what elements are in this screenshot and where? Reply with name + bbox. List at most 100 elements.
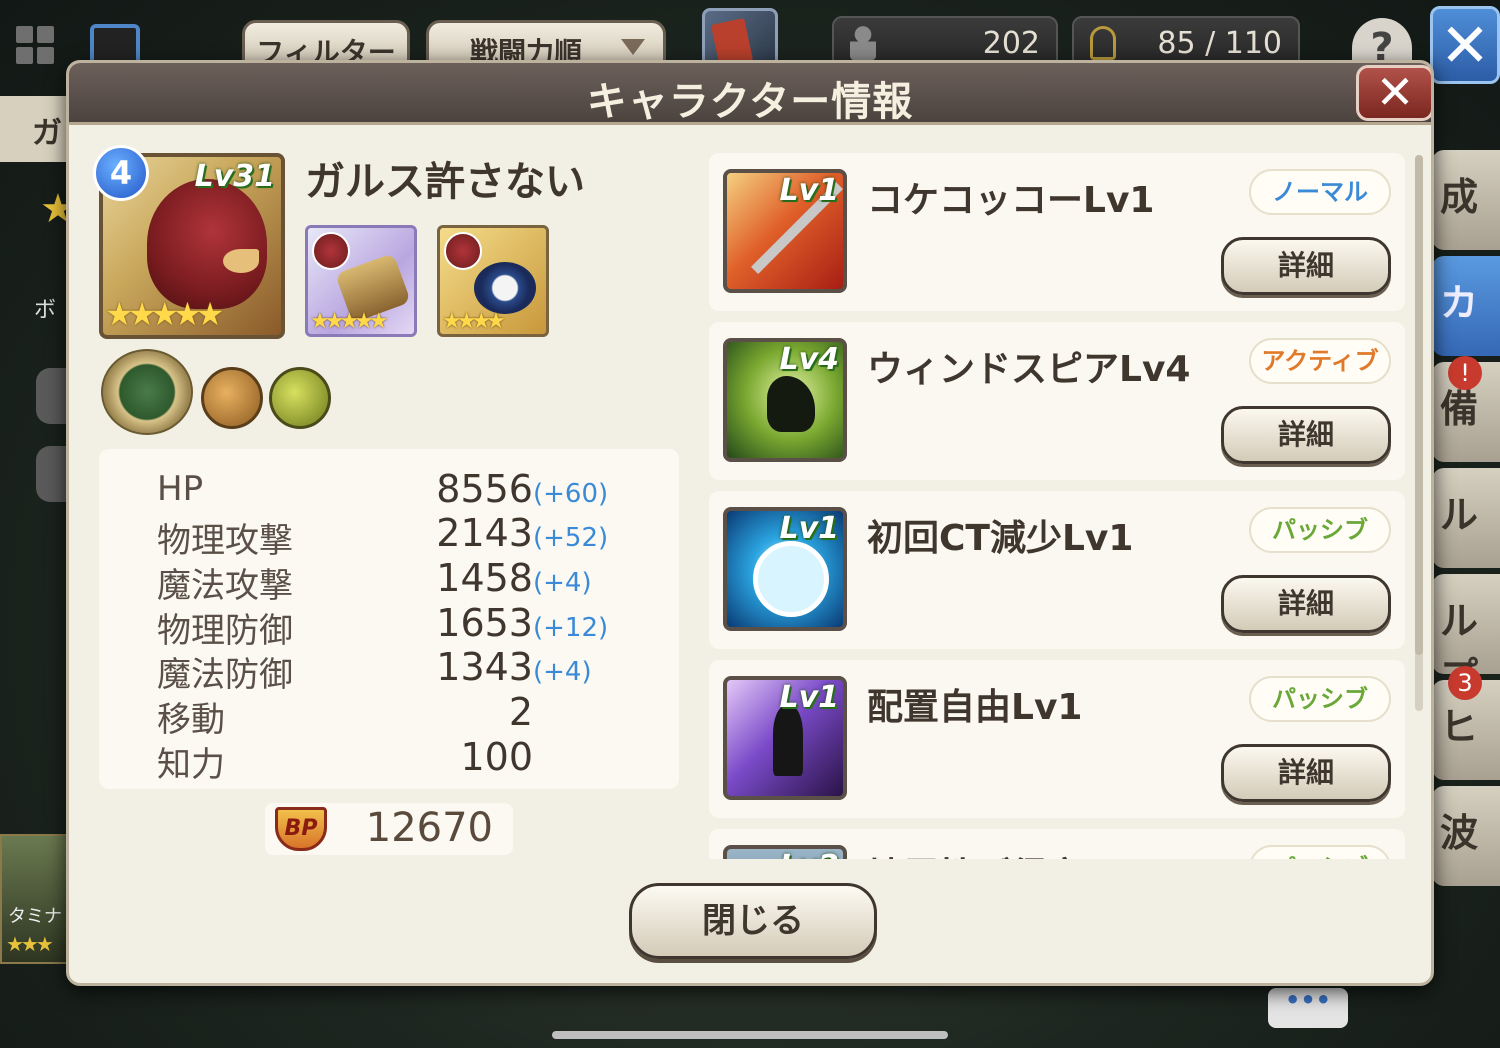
skill-level: Lv1 (779, 173, 839, 208)
unit-card-stars: ★★★ (6, 932, 54, 956)
stat-label: 魔法攻撃 (157, 566, 293, 606)
stat-label: 魔法防御 (157, 655, 293, 695)
stat-value: 2 (508, 690, 533, 734)
stat-row-hp: HP 8556 (+60) (157, 467, 657, 513)
battle-power-box: BP 12670 (265, 803, 513, 855)
character-name: ガルス許さない (305, 159, 585, 205)
boot-icon[interactable] (201, 367, 263, 429)
skill-level: Lv4 (779, 342, 839, 377)
capacity-value: 85 / 110 (1157, 26, 1282, 61)
skill-detail-button[interactable]: 詳細 (1221, 406, 1391, 464)
stat-value: 8556 (436, 467, 533, 511)
rooster-head-icon (147, 179, 267, 309)
stat-value: 1458 (436, 556, 533, 600)
side-button[interactable]: ル (1432, 468, 1500, 568)
scrollbar-thumb[interactable] (1415, 155, 1423, 655)
skill-detail-button[interactable]: 詳細 (1221, 744, 1391, 802)
stat-value: 100 (460, 735, 533, 779)
stat-value: 2143 (436, 511, 533, 555)
skill-name: コケコッコーLv1 (867, 180, 1155, 221)
left-tab[interactable]: ガ (0, 96, 70, 162)
stats-panel: HP 8556 (+60) 物理攻撃 2143 (+52) 魔法攻撃 1458 … (99, 449, 679, 789)
stat-row-int: 知力 100 (157, 735, 657, 785)
bp-shield-icon: BP (275, 807, 327, 851)
chevron-down-icon (621, 39, 645, 55)
stat-bonus: (+12) (533, 613, 609, 643)
skill-name: 初回CT減少Lv1 (867, 518, 1134, 559)
ring-icon (474, 262, 536, 314)
skill-name: ウィンドスピアLv4 (867, 349, 1191, 390)
skill-type-badge: パッシブ (1249, 676, 1391, 722)
skill-card: Lv4 ウィンドスピアLv4 アクティブ 詳細 (709, 322, 1405, 480)
unit-count: 202 (982, 26, 1040, 61)
terrain-skill-icon[interactable]: Lv2 (723, 845, 847, 859)
skill-name: 地属性が得意Lv2 (867, 847, 1154, 859)
dialog-header: キャラクター情報 ✕ (69, 63, 1431, 125)
rooster-skill-icon[interactable]: Lv4 (723, 338, 847, 462)
owner-avatar (312, 232, 350, 270)
alert-badge: ! (1448, 356, 1482, 390)
character-level: Lv31 (194, 159, 275, 194)
bow-class-icon[interactable] (101, 349, 193, 435)
skill-detail-button[interactable]: 詳細 (1221, 237, 1391, 295)
stat-label: 移動 (157, 700, 225, 740)
stat-bonus: (+60) (533, 479, 609, 509)
stat-row-mag-atk: 魔法攻撃 1458 (+4) (157, 556, 657, 606)
skills-list[interactable]: Lv1 コケコッコーLv1 ノーマル 詳細 Lv4 ウィンドスピアLv4 アクテ… (709, 153, 1409, 859)
skill-type-badge: ノーマル (1249, 169, 1391, 215)
stat-bonus: (+52) (533, 523, 609, 553)
equipment-slot-accessory[interactable]: ★★★★ (437, 225, 549, 337)
home-indicator[interactable] (552, 1031, 948, 1039)
battle-power-value: 12670 (365, 805, 493, 851)
stat-value: 1343 (436, 645, 533, 689)
equipment-slot-armor[interactable]: ★★★★★ (305, 225, 417, 337)
skill-name: 配置自由Lv1 (867, 687, 1083, 728)
screen-close-button[interactable]: ✕ (1430, 6, 1500, 84)
rank-badge: 4 (93, 145, 149, 201)
stat-bonus: (+4) (533, 657, 592, 687)
clock-skill-icon[interactable]: Lv1 (723, 507, 847, 631)
count-badge: 3 (1448, 666, 1482, 700)
skill-type-badge: パッシブ (1249, 845, 1391, 859)
dialog-close-button[interactable]: ✕ (1356, 65, 1431, 121)
left-label: ボ (34, 298, 57, 323)
side-button[interactable]: ルプ (1432, 574, 1500, 698)
stat-bonus: (+4) (533, 568, 592, 598)
side-button[interactable]: 成 (1432, 150, 1500, 250)
grid-view-icon[interactable] (16, 26, 54, 64)
equipment-stars: ★★★★ (442, 309, 506, 334)
beak-shape (223, 249, 259, 273)
side-button[interactable]: 波 (1432, 786, 1500, 886)
skill-type-badge: アクティブ (1249, 338, 1391, 384)
unit-card-label: タミナ (8, 906, 62, 927)
owner-avatar (444, 232, 482, 270)
stat-row-mag-def: 魔法防御 1343 (+4) (157, 645, 657, 695)
skills-scrollbar[interactable] (1415, 155, 1423, 711)
stat-label: 物理攻撃 (157, 521, 293, 561)
close-button[interactable]: 閉じる (629, 883, 877, 959)
left-background-panel: ガ ★ ボ タミナ ★★★ (0, 96, 76, 996)
chat-button[interactable]: ••• (1268, 988, 1348, 1028)
skill-card: Lv1 配置自由Lv1 パッシブ 詳細 (709, 660, 1405, 818)
stat-row-phys-atk: 物理攻撃 2143 (+52) (157, 511, 657, 561)
right-background-panel: 成 カ 備 ! ル ルプ ヒ 3 波 (1432, 150, 1500, 1030)
stat-row-phys-def: 物理防御 1653 (+12) (157, 601, 657, 651)
skill-level: Lv2 (779, 849, 839, 859)
wing-icon[interactable] (269, 367, 331, 429)
skill-card: Lv1 初回CT減少Lv1 パッシブ 詳細 (709, 491, 1405, 649)
spear-skill-icon[interactable]: Lv1 (723, 169, 847, 293)
side-button[interactable]: カ (1432, 256, 1500, 356)
unit-card[interactable]: タミナ ★★★ (0, 834, 70, 964)
stat-label: 知力 (157, 745, 225, 785)
chess-piece-skill-icon[interactable]: Lv1 (723, 676, 847, 800)
person-icon (850, 26, 876, 60)
skill-type-badge: パッシブ (1249, 507, 1391, 553)
left-arrow-button[interactable] (36, 446, 70, 502)
stat-label: 物理防御 (157, 611, 293, 651)
dialog-title: キャラクター情報 (586, 79, 914, 125)
stat-label: HP (157, 469, 204, 509)
skill-level: Lv1 (779, 511, 839, 546)
character-stars: ★★★★★ (105, 295, 224, 333)
skill-detail-button[interactable]: 詳細 (1221, 575, 1391, 633)
left-arrow-button[interactable] (36, 368, 70, 424)
